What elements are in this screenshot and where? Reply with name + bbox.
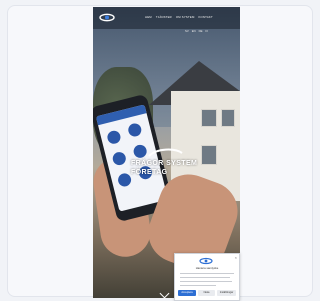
app-button-icon	[111, 150, 128, 167]
chevron-down-icon[interactable]	[159, 288, 170, 298]
hero-title: FRÅGOR SYSTEM FÖRETAG	[131, 159, 221, 177]
house-window	[201, 109, 217, 127]
nav-item-home[interactable]: HEM	[145, 15, 152, 19]
cookie-title: Hantera samtycke	[195, 266, 219, 270]
house-window	[221, 109, 235, 127]
lang-item[interactable]: DE	[199, 29, 203, 33]
hero-title-line-1: FRÅGOR SYSTEM	[131, 160, 198, 167]
cookie-text-line	[180, 273, 234, 274]
preferences-button[interactable]: Inställningar	[217, 290, 236, 296]
cookie-text-line	[180, 277, 230, 278]
cookie-consent-dialog: × Hantera samtycke Acceptera Neka Instäl…	[174, 253, 240, 301]
main-nav: HEM TJÄNSTER OM SYSTEM KONTAKT	[145, 15, 213, 19]
site-header: HEM TJÄNSTER OM SYSTEM KONTAKT	[93, 7, 240, 29]
nav-item-about[interactable]: OM SYSTEM	[176, 15, 195, 19]
nav-item-contact[interactable]: KONTAKT	[198, 15, 212, 19]
lang-item[interactable]: SV	[185, 29, 189, 33]
deny-button[interactable]: Neka	[198, 290, 215, 296]
app-button-icon	[126, 122, 143, 138]
logo-swirl-icon[interactable]	[99, 12, 115, 23]
app-button-icon	[106, 129, 122, 146]
language-switcher: SV EN DE FI	[185, 29, 208, 33]
cookie-logo-icon	[199, 257, 213, 265]
accept-button[interactable]: Acceptera	[178, 290, 196, 296]
cookie-text-line	[180, 285, 216, 286]
close-icon[interactable]: ×	[235, 255, 237, 260]
app-bar	[95, 104, 147, 126]
lang-item[interactable]: EN	[192, 29, 196, 33]
nav-item-services[interactable]: TJÄNSTER	[156, 15, 172, 19]
cookie-text-line	[180, 281, 232, 282]
lang-item[interactable]: FI	[206, 29, 209, 33]
hero-title-line-2: FÖRETAG	[131, 169, 168, 176]
